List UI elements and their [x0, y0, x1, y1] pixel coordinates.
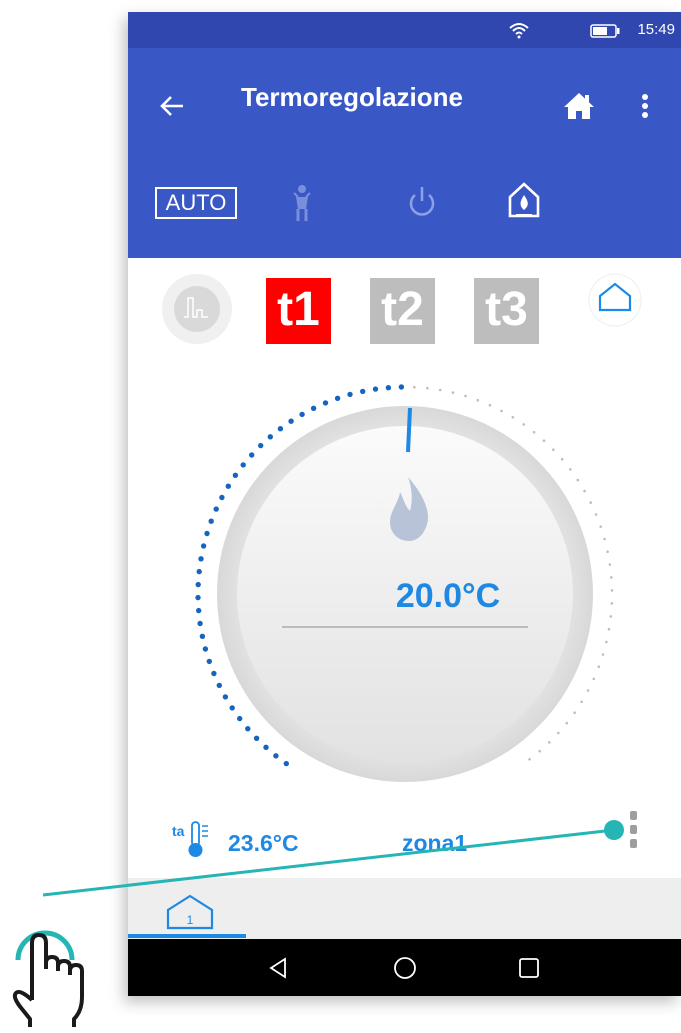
tap-gesture-icon: [12, 930, 84, 1027]
tutorial-pointer-line: [42, 820, 624, 897]
